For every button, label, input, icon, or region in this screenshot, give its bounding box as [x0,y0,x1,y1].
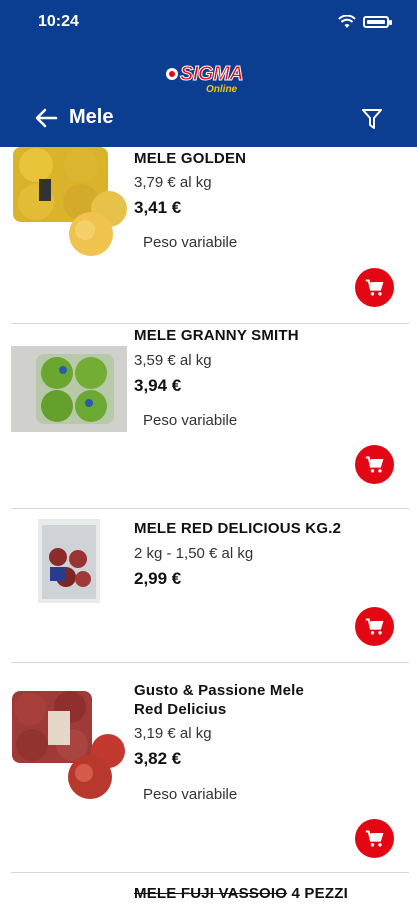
product-image-gusto-passione [12,691,125,799]
product-name-line1: Gusto & Passione Mele [134,682,305,699]
product-item[interactable]: MELE RED DELICIOUS KG.2 2 kg - 1,50 € al… [0,509,417,663]
cart-icon [365,456,383,472]
logo-mark [166,68,178,80]
product-list: MELE GOLDEN 3,79 € al kg 3,41 € Peso var… [0,147,417,913]
product-image-golden [13,147,127,256]
logo-subtext: Online [206,84,238,95]
status-time: 10:24 [38,13,79,30]
product-name: MELE GOLDEN [134,150,247,167]
app-header: 10:24 SIGMA Online Mele [0,0,417,147]
status-icons [338,15,392,29]
product-weight-note: Peso variabile [143,412,238,429]
product-unit-price: 3,79 € al kg [134,174,212,191]
product-name: MELE RED DELICIOUS KG.2 [134,520,342,537]
product-image-granny-smith [11,346,127,432]
product-weight-note: Peso variabile [143,234,238,251]
product-price: 3,94 € [134,376,182,395]
product-price: 2,99 € [134,569,182,588]
logo-text: SIGMA [179,63,244,86]
add-to-cart-button[interactable] [355,445,394,484]
cart-icon [365,830,383,846]
product-unit-price: 2 kg - 1,50 € al kg [134,545,254,562]
cart-icon [365,279,383,295]
product-name: MELE FUJI VASSOIO 4 PEZZI [134,885,348,902]
product-name-struck: MELE FUJI VASSOIO [134,885,288,902]
page-title: Mele [69,106,114,128]
battery-icon [363,16,392,28]
filter-icon[interactable] [361,107,383,131]
product-image-red-delicious-bag [38,519,100,603]
product-unit-price: 3,19 € al kg [134,725,212,742]
product-name-line2: Red Delicius [134,701,227,718]
product-name: MELE GRANNY SMITH [134,327,299,344]
add-to-cart-button[interactable] [355,607,394,646]
product-item[interactable]: MELE FUJI VASSOIO 4 PEZZI [0,873,417,913]
product-item[interactable]: MELE GOLDEN 3,79 € al kg 3,41 € Peso var… [0,147,417,324]
product-name-rest: 4 PEZZI [287,885,348,902]
add-to-cart-button[interactable] [355,819,394,858]
cart-icon [365,618,383,634]
add-to-cart-button[interactable] [355,268,394,307]
sigma-logo: SIGMA Online [166,63,252,99]
product-item[interactable]: MELE GRANNY SMITH 3,59 € al kg 3,94 € Pe… [0,324,417,509]
product-price: 3,82 € [134,749,182,768]
back-arrow-icon[interactable] [34,107,58,129]
wifi-icon [338,15,356,28]
product-weight-note: Peso variabile [143,786,238,803]
product-unit-price: 3,59 € al kg [134,352,212,369]
product-price: 3,41 € [134,198,182,217]
product-item[interactable]: Gusto & Passione Mele Red Delicius 3,19 … [0,663,417,873]
